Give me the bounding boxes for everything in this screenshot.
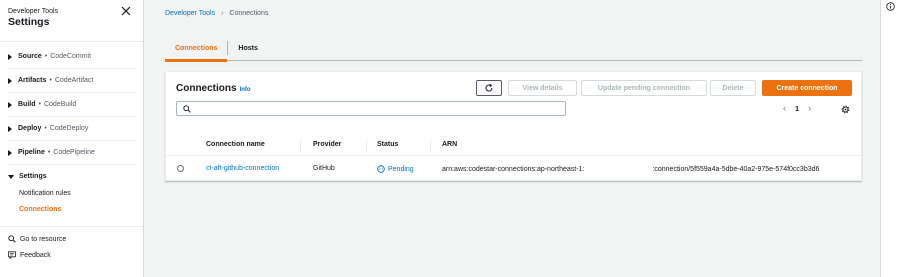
update-pending-connection-button[interactable]: Update pending connection: [581, 80, 707, 96]
search-box: [176, 101, 566, 116]
feedback-icon: [8, 251, 16, 259]
sidebar-item-source[interactable]: Source • CodeCommit: [0, 48, 143, 65]
page-number[interactable]: 1: [795, 104, 799, 113]
gear-icon[interactable]: [840, 104, 851, 115]
panel-title: Connections Info: [176, 83, 251, 94]
previous-page-icon[interactable]: ‹: [783, 103, 786, 113]
caret-right-icon: [8, 53, 12, 60]
breadcrumb-current: Connections: [229, 10, 269, 17]
breadcrumb-developer-tools[interactable]: Developer Tools: [165, 10, 215, 17]
caret-right-icon: [8, 125, 12, 132]
close-icon[interactable]: [121, 6, 131, 16]
refresh-button[interactable]: [476, 80, 502, 96]
column-connection-name[interactable]: Connection name: [206, 141, 265, 148]
table-header: Connection name Provider Status ARN: [166, 134, 861, 156]
sidebar-item-notification-rules[interactable]: Notification rules: [0, 185, 143, 201]
sidebar-subtitle: Developer Tools: [8, 8, 59, 15]
sidebar-item-connections[interactable]: Connections: [0, 201, 143, 217]
sidebar-item-deploy[interactable]: Deploy • CodeDeploy: [0, 120, 143, 137]
sidebar-item-artifacts[interactable]: Artifacts • CodeArtifact: [0, 72, 143, 89]
caret-right-icon: [8, 77, 12, 84]
pending-icon: [377, 165, 385, 173]
redacted-account-id: [584, 165, 653, 173]
tab-hosts[interactable]: Hosts: [228, 35, 267, 61]
caret-right-icon: [8, 149, 12, 156]
status-cell: Pending: [377, 165, 414, 173]
tabs: Connections Hosts: [165, 35, 862, 62]
breadcrumb: Developer Tools › Connections: [165, 10, 268, 17]
info-link[interactable]: Info: [240, 87, 251, 93]
sidebar-title: Settings: [8, 16, 50, 28]
refresh-icon: [485, 83, 493, 92]
search-icon: [8, 235, 16, 243]
column-status[interactable]: Status: [377, 141, 398, 148]
feedback-link[interactable]: Feedback: [0, 247, 143, 263]
pagination: ‹ 1 ›: [783, 103, 811, 113]
search-input[interactable]: [195, 105, 565, 112]
caret-down-icon: [8, 174, 14, 179]
column-provider[interactable]: Provider: [313, 141, 341, 148]
search-icon: [183, 104, 191, 113]
connections-panel: Connections Info View details Update pend…: [165, 71, 862, 181]
next-page-icon[interactable]: ›: [808, 103, 811, 113]
sidebar-nav: Source • CodeCommit Artifacts • CodeArtifact…: [0, 42, 143, 217]
caret-right-icon: [8, 101, 12, 108]
create-connection-button[interactable]: Create connection: [762, 80, 852, 96]
sidebar-header: Developer Tools Settings: [0, 0, 143, 42]
arn-cell: arn:aws:codestar-connections:ap-northeas…: [442, 165, 820, 173]
column-arn[interactable]: ARN: [442, 141, 457, 148]
chevron-right-icon: ›: [221, 10, 224, 17]
tab-connections[interactable]: Connections: [165, 35, 228, 62]
sidebar-bottom: Go to resource Feedback: [0, 226, 143, 263]
provider-cell: GitHub: [313, 165, 335, 172]
sidebar-item-settings[interactable]: Settings: [0, 168, 143, 185]
connection-name-link[interactable]: ct-aft-github-connection: [206, 165, 279, 172]
info-icon[interactable]: [886, 2, 895, 11]
view-details-button[interactable]: View details: [508, 80, 577, 96]
right-rail: [880, 0, 900, 277]
table-row[interactable]: ct-aft-github-connection GitHub Pending …: [166, 157, 861, 181]
row-select-radio[interactable]: [177, 165, 184, 172]
go-to-resource-link[interactable]: Go to resource: [0, 231, 143, 247]
sidebar: Developer Tools Settings Source • CodeComm…: [0, 0, 144, 277]
sidebar-item-pipeline[interactable]: Pipeline • CodePipeline: [0, 144, 143, 161]
sidebar-item-build[interactable]: Build • CodeBuild: [0, 96, 143, 113]
delete-button[interactable]: Delete: [710, 80, 756, 96]
